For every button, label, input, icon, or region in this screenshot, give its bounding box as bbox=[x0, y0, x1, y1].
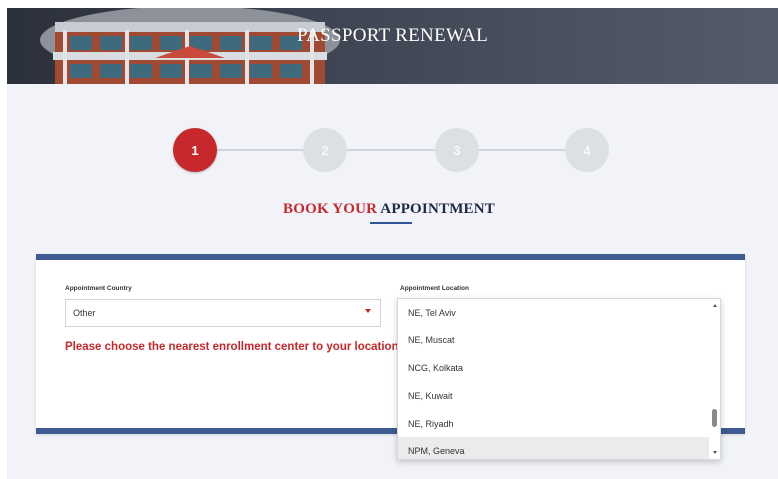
heading-rest: APPOINTMENT bbox=[380, 201, 495, 217]
page-title: PASSPORT RENEWAL bbox=[296, 25, 489, 46]
dropdown-scrollbar[interactable] bbox=[709, 299, 720, 459]
step-2: 2 bbox=[303, 128, 347, 172]
scroll-up-arrow-icon[interactable] bbox=[713, 304, 717, 307]
section-heading: BOOK YOUR APPOINTMENT bbox=[0, 201, 778, 218]
heading-highlight: BOOK YOUR bbox=[283, 201, 378, 217]
step-1: 1 bbox=[173, 128, 217, 172]
header-banner: PASSPORT RENEWAL bbox=[7, 8, 778, 84]
stepper-connector bbox=[215, 149, 303, 151]
heading-underline bbox=[370, 222, 412, 224]
appointment-country-label: Appointment Country bbox=[65, 285, 132, 292]
appointment-location-label: Appointment Location bbox=[400, 285, 469, 292]
stepper-connector bbox=[347, 149, 435, 151]
location-option-highlighted[interactable]: NPM, Geneva bbox=[398, 437, 710, 459]
card-top-border bbox=[36, 254, 745, 260]
appointment-country-select[interactable]: Other bbox=[65, 299, 381, 327]
appointment-location-dropdown[interactable]: NE, Tel Aviv NE, Muscat NCG, Kolkata NE,… bbox=[397, 298, 721, 460]
caret-down-icon bbox=[365, 309, 371, 313]
step-3: 3 bbox=[435, 128, 479, 172]
scrollbar-thumb[interactable] bbox=[712, 409, 717, 427]
location-option[interactable]: NE, Kuwait bbox=[398, 382, 710, 410]
stepper-connector bbox=[479, 149, 565, 151]
location-option[interactable]: NE, Muscat bbox=[398, 326, 710, 354]
step-4: 4 bbox=[565, 128, 609, 172]
location-option[interactable]: NE, Tel Aviv bbox=[398, 299, 710, 327]
validation-error-message: Please choose the nearest enrollment cen… bbox=[65, 341, 402, 353]
location-option[interactable]: NE, Riyadh bbox=[398, 410, 710, 438]
appointment-country-value: Other bbox=[73, 308, 96, 318]
location-option[interactable]: NCG, Kolkata bbox=[398, 354, 710, 382]
scroll-down-arrow-icon[interactable] bbox=[713, 451, 717, 454]
